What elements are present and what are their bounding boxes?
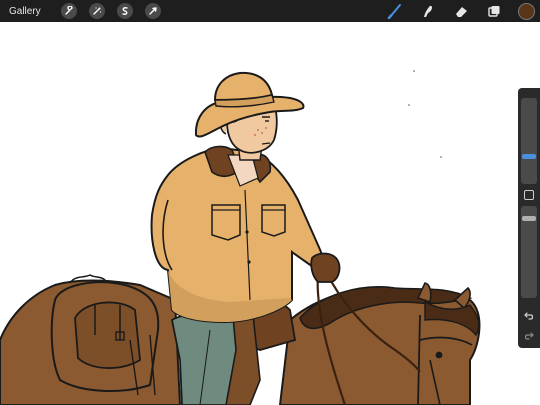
modify-button[interactable] bbox=[524, 190, 534, 200]
right-toolbar bbox=[386, 0, 540, 22]
brush-sidebar bbox=[518, 88, 540, 348]
brush-size-thumb[interactable] bbox=[522, 154, 536, 159]
redo-icon[interactable] bbox=[523, 328, 535, 340]
adjustments-icon[interactable] bbox=[88, 3, 105, 19]
brush-size-slider[interactable] bbox=[521, 98, 537, 184]
opacity-thumb[interactable] bbox=[522, 216, 536, 221]
layers-icon[interactable] bbox=[485, 2, 503, 20]
transform-icon[interactable] bbox=[144, 3, 161, 19]
color-picker-button[interactable] bbox=[518, 2, 535, 20]
eraser-icon[interactable] bbox=[452, 2, 470, 20]
drawing-canvas[interactable] bbox=[0, 22, 540, 405]
actions-icon[interactable] bbox=[60, 3, 77, 19]
top-toolbar: Gallery bbox=[0, 0, 540, 22]
opacity-slider[interactable] bbox=[521, 206, 537, 298]
undo-icon[interactable] bbox=[523, 308, 535, 320]
selection-icon[interactable] bbox=[116, 3, 133, 19]
artwork-illustration bbox=[0, 70, 481, 405]
brush-icon[interactable] bbox=[386, 2, 404, 20]
gallery-button[interactable]: Gallery bbox=[9, 6, 41, 17]
smudge-icon[interactable] bbox=[419, 2, 437, 20]
